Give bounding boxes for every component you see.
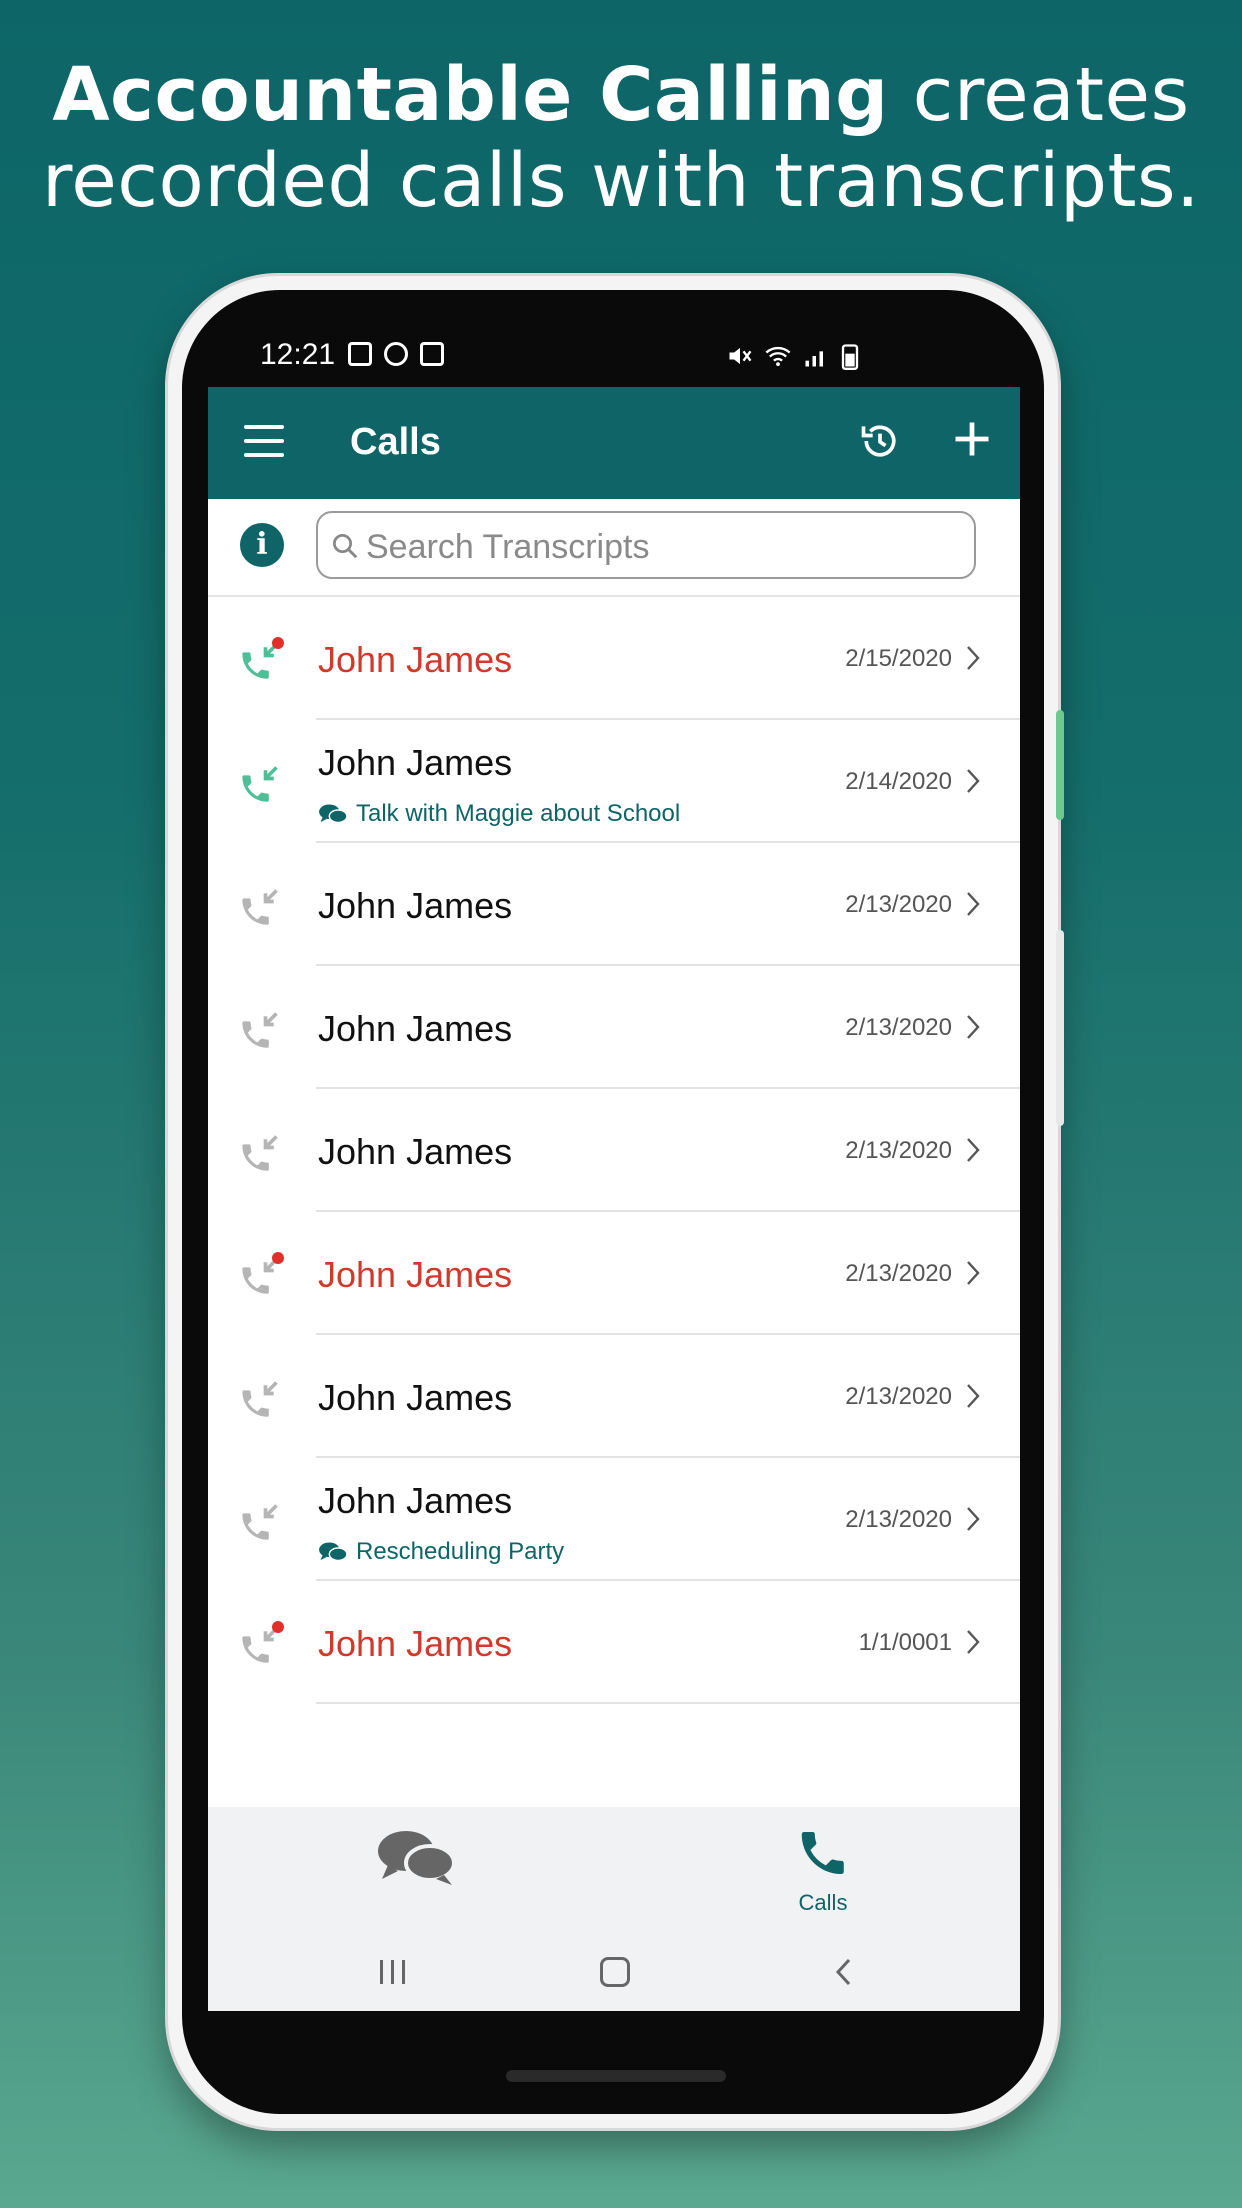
call-date: 2/13/2020: [845, 1506, 952, 1533]
call-list: John James 2/15/2020 John James Talk with M…: [208, 597, 1020, 1704]
back-icon[interactable]: [834, 1957, 854, 1987]
chevron-right-icon: [967, 892, 980, 916]
chevron-right-icon: [967, 1630, 980, 1654]
caller-name: John James: [318, 1008, 513, 1049]
system-nav-bar: [208, 1935, 1020, 2011]
wifi-icon: [765, 346, 791, 367]
chevron-right-icon: [967, 769, 980, 793]
call-row[interactable]: John James 2/13/2020: [208, 1335, 1020, 1458]
call-date: 2/15/2020: [845, 645, 952, 672]
call-row[interactable]: John James 2/13/2020: [208, 1089, 1020, 1212]
call-row[interactable]: John James 2/13/2020: [208, 966, 1020, 1089]
row-divider: [316, 1702, 1020, 1704]
call-date: 2/14/2020: [845, 768, 952, 795]
volume-button: [1056, 710, 1064, 820]
call-row[interactable]: John James Rescheduling Party 2/13/2020: [208, 1458, 1020, 1581]
caller-name: John James: [318, 742, 513, 783]
tab-calls[interactable]: Calls: [768, 1825, 878, 1925]
call-icon: [242, 889, 278, 925]
headline: Accountable Calling creates recorded cal…: [0, 52, 1242, 224]
history-icon[interactable]: [858, 419, 902, 463]
headline-bold: Accountable Calling: [52, 52, 889, 138]
search-row: i: [208, 499, 1020, 597]
home-indicator: [506, 2070, 726, 2082]
status-time: 12:21: [260, 338, 336, 371]
call-icon: [242, 1504, 278, 1540]
chevron-right-icon: [967, 1261, 980, 1285]
call-date: 2/13/2020: [845, 1260, 952, 1287]
plus-icon[interactable]: [950, 417, 994, 461]
call-row[interactable]: John James Talk with Maggie about School 2…: [208, 720, 1020, 843]
info-icon[interactable]: i: [240, 523, 284, 567]
status-bar: 12:21: [208, 322, 1020, 387]
call-icon: [242, 1381, 278, 1417]
calendar-icon: [420, 342, 444, 366]
tab-calls-label: Calls: [798, 1890, 848, 1915]
call-row[interactable]: John James 2/13/2020: [208, 843, 1020, 966]
chevron-right-icon: [967, 646, 980, 670]
caller-name: John James: [318, 639, 513, 680]
caller-name: John James: [318, 1377, 513, 1418]
transcript-note: Talk with Maggie about School: [318, 800, 680, 828]
caller-name: John James: [318, 1131, 513, 1172]
call-row[interactable]: John James 2/15/2020: [208, 597, 1020, 720]
sync-icon: [384, 342, 408, 366]
phone-icon: [801, 1832, 844, 1874]
transcript-note: Rescheduling Party: [318, 1538, 564, 1566]
chat-bubbles-icon[interactable]: [376, 1827, 456, 1887]
call-date: 2/13/2020: [845, 891, 952, 918]
chevron-right-icon: [967, 1015, 980, 1039]
chat-bubbles-icon: [319, 804, 348, 824]
app-bar: Calls: [208, 387, 1020, 499]
missed-indicator: [272, 1621, 284, 1633]
transcript-note-text: Rescheduling Party: [356, 1538, 565, 1565]
caller-name: John James: [318, 1254, 513, 1295]
headline-line2: recorded calls with transcripts.: [41, 138, 1201, 224]
search-box[interactable]: [316, 511, 976, 579]
system-status-icons: [726, 342, 860, 370]
chat-bubbles-icon: [319, 1542, 348, 1562]
chevron-right-icon: [967, 1384, 980, 1408]
call-icon: [242, 1135, 278, 1171]
search-icon: [333, 534, 358, 559]
app-screen: Calls i John James 2/15/2020 John James Tal…: [208, 387, 1020, 2011]
call-icon: [242, 1012, 278, 1048]
call-date: 2/13/2020: [845, 1383, 952, 1410]
call-row[interactable]: John James 2/13/2020: [208, 1212, 1020, 1335]
search-input[interactable]: [364, 523, 958, 571]
chevron-right-icon: [967, 1138, 980, 1162]
caller-name: John James: [318, 1480, 513, 1521]
power-button: [1056, 930, 1064, 1126]
headline-rest: creates: [888, 52, 1190, 138]
battery-icon: [841, 344, 859, 370]
chevron-right-icon: [967, 1507, 980, 1531]
missed-indicator: [272, 1252, 284, 1264]
call-date: 1/1/0001: [858, 1629, 952, 1656]
recent-apps-icon[interactable]: [376, 1957, 410, 1987]
caller-name: John James: [318, 885, 513, 926]
call-date: 2/13/2020: [845, 1137, 952, 1164]
transcript-note-text: Talk with Maggie about School: [356, 800, 681, 827]
missed-indicator: [272, 637, 284, 649]
page-title: Calls: [350, 421, 441, 463]
bottom-nav: Calls: [208, 1807, 1020, 2011]
notification-icons: [348, 342, 444, 366]
caller-name: John James: [318, 1623, 513, 1664]
incoming-call-icon: [242, 766, 278, 802]
image-icon: [348, 342, 372, 366]
mute-icon: [729, 347, 752, 365]
call-date: 2/13/2020: [845, 1014, 952, 1041]
call-row[interactable]: John James 1/1/0001: [208, 1581, 1020, 1704]
signal-icon: [805, 351, 823, 367]
menu-icon[interactable]: [244, 425, 284, 457]
home-icon[interactable]: [600, 1957, 630, 1987]
